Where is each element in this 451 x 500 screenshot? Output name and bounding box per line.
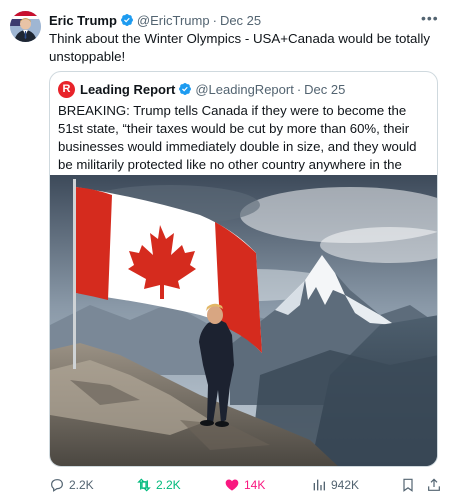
more-icon: ••• — [421, 10, 439, 26]
repost-button[interactable]: 2.2K — [136, 477, 181, 493]
verified-badge-icon — [179, 83, 192, 95]
tweet-date[interactable]: Dec 25 — [220, 13, 261, 28]
quoted-tweet-date[interactable]: Dec 25 — [304, 82, 345, 97]
reply-button[interactable]: 2.2K — [49, 477, 94, 493]
like-count: 14K — [244, 478, 266, 492]
author-avatar[interactable] — [10, 11, 41, 42]
bookmark-icon — [403, 478, 413, 492]
tweet[interactable]: Eric Trump @EricTrump · Dec 25 ••• Think… — [0, 0, 451, 500]
repost-icon — [137, 478, 151, 492]
quoted-author-handle[interactable]: @LeadingReport — [195, 82, 293, 97]
like-button[interactable]: 14K — [224, 477, 265, 493]
heart-icon — [225, 479, 239, 491]
separator-dot: · — [296, 81, 302, 97]
more-options-button[interactable]: ••• — [421, 10, 439, 26]
quoted-author-name[interactable]: Leading Report — [80, 82, 175, 97]
separator-dot: · — [212, 12, 217, 28]
view-count: 942K — [331, 478, 360, 492]
quoted-tweet-image[interactable] — [50, 175, 437, 466]
reply-icon — [51, 479, 63, 492]
share-icon — [428, 478, 440, 491]
tweet-text: Think about the Winter Olympics - USA+Ca… — [49, 31, 430, 64]
author-handle[interactable]: @EricTrump — [137, 13, 210, 28]
analytics-icon — [313, 479, 325, 491]
views-button[interactable]: 942K — [311, 477, 359, 493]
tweet-header: Eric Trump @EricTrump · Dec 25 — [49, 11, 261, 29]
leading-report-logo: R — [58, 80, 75, 98]
tweet-actions: 2.2K 2.2K 14K 942K — [49, 474, 444, 496]
author-name[interactable]: Eric Trump — [49, 13, 117, 28]
repost-count: 2.2K — [156, 478, 181, 492]
quoted-tweet-header: R Leading Report @LeadingReport · Dec 25 — [58, 80, 345, 98]
verified-badge-icon — [120, 14, 133, 26]
reply-count: 2.2K — [69, 478, 94, 492]
quoted-tweet[interactable]: R Leading Report @LeadingReport · Dec 25… — [49, 71, 438, 467]
bookmark-button[interactable] — [400, 477, 420, 493]
share-button[interactable] — [426, 477, 446, 493]
